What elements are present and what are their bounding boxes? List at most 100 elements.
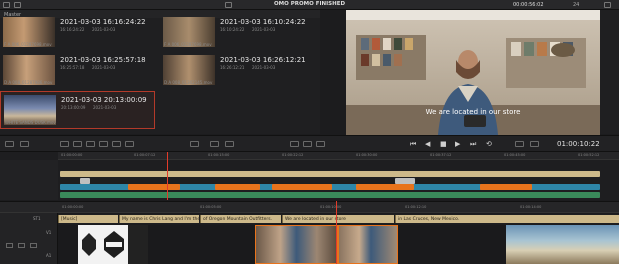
viewer[interactable]: We are located in our store	[346, 10, 600, 135]
smart-insert-icon[interactable]	[60, 141, 69, 147]
logo-graphic	[100, 225, 128, 264]
clip-filename: WHITE SANDS DUSK.mov	[5, 120, 56, 125]
edit-toolbar: ⏮ ◀ ■ ▶ ⏭ ⟲ 01:00:10:22	[0, 135, 619, 152]
go-to-start-icon[interactable]: ⏮	[410, 140, 416, 148]
upper-clip	[480, 184, 532, 190]
upper-subtitle-track	[60, 171, 600, 177]
clip-date: 2021-03-03 16:10:24:22	[220, 18, 306, 26]
auto-select-icon[interactable]	[18, 243, 25, 248]
timeline-playhead[interactable]	[336, 201, 337, 264]
ruler-label: 01:00:15:00	[208, 153, 230, 157]
stop-icon[interactable]: ■	[440, 140, 447, 148]
timeline-ruler[interactable]: 01:00:00:00 01:00:05:00 01:00:10:00 01:0…	[0, 201, 619, 213]
close-up-icon[interactable]	[99, 141, 108, 147]
split-clip-icon[interactable]	[190, 141, 199, 147]
video-clip-interview[interactable]	[255, 225, 338, 264]
ruler-label: 01:00:05:00	[200, 205, 222, 209]
clip-timecode: 20:13:00:09	[61, 105, 86, 110]
clip-timecode: 16:25:57:18	[60, 65, 85, 70]
clip-date-created: 2021-03-03	[93, 105, 117, 110]
clip-date-created: 2021-03-03	[252, 65, 276, 70]
current-timecode: 01:00:10:22	[557, 140, 600, 148]
logo-graphic	[78, 225, 100, 264]
upper-timeline-ruler[interactable]: 01:00:00:00 01:00:07:12 01:00:15:00 01:0…	[58, 152, 619, 160]
upper-clip	[128, 184, 180, 190]
slip-icon[interactable]	[225, 141, 234, 147]
subtitle-clip[interactable]: My name is Chris Lang and I'm the fo...	[119, 215, 199, 223]
append-icon[interactable]	[73, 141, 82, 147]
fps-readout: 24	[573, 1, 580, 8]
timeline-view-icon[interactable]	[5, 141, 14, 147]
ruler-label: 01:00:00:00	[61, 153, 83, 157]
inspector-icon[interactable]	[604, 2, 611, 8]
source-overwrite-icon[interactable]	[125, 141, 134, 147]
clip-item[interactable]: 2021-03-03 16:25:57:18 16:25:57:18 2021-…	[0, 52, 155, 90]
viewer-timecode: 00:00:56:02	[513, 1, 544, 8]
clip-timecode: 16:16:24:22	[60, 27, 85, 32]
go-to-end-icon[interactable]: ⏭	[470, 140, 476, 148]
video-clip-interview[interactable]	[338, 225, 398, 264]
ruler-label: 01:00:07:12	[134, 153, 156, 157]
clip-item[interactable]: 2021-03-03 16:16:24:22 16:16:24:22 2021-…	[0, 14, 155, 52]
loop-icon[interactable]: ⟲	[486, 140, 492, 148]
lock-track-icon[interactable]	[6, 243, 13, 248]
upper-playhead[interactable]	[167, 152, 168, 200]
clip-filename: D A 008_01287986.mov	[4, 80, 53, 85]
media-pool: Master 2021-03-03 16:16:24:22 16:16:24:2…	[0, 10, 320, 134]
subtitle-clip[interactable]: [Music]	[58, 215, 118, 223]
video-clip-logo[interactable]	[128, 225, 148, 264]
fullscreen-icon[interactable]	[530, 141, 539, 147]
track-headers: ST1 V1 A1	[0, 213, 58, 264]
video-clip-dusk[interactable]	[506, 225, 619, 264]
reverse-icon[interactable]: ◀	[425, 140, 430, 148]
upper-track-headers	[0, 160, 58, 200]
clip-item[interactable]: 2021-03-03 16:10:24:22 16:10:24:22 2021-…	[160, 14, 315, 52]
safe-area-icon[interactable]	[515, 141, 524, 147]
track-label-v1: V1	[46, 230, 52, 235]
ruler-label: 01:00:00:00	[62, 205, 84, 209]
upper-clip	[215, 184, 260, 190]
ruler-label: 01:00:22:12	[282, 153, 304, 157]
trim-icon[interactable]	[210, 141, 219, 147]
subtitle-track[interactable]: [Music] My name is Chris Lang and I'm th…	[58, 214, 619, 224]
track-label-a1: A1	[46, 253, 52, 258]
ruler-label: 01:00:45:00	[504, 153, 526, 157]
subtitle-clip[interactable]: in Las Cruces, New Mexico.	[395, 215, 619, 223]
layout-options-icon[interactable]	[20, 141, 29, 147]
upper-audio-track	[60, 192, 600, 198]
ripple-overwrite-icon[interactable]	[86, 141, 95, 147]
ruler-label: 01:00:12:10	[405, 205, 427, 209]
clip-filename: F A 006_01287698.mov	[4, 42, 52, 47]
video-clip-logo[interactable]	[100, 225, 128, 264]
clip-timecode: 16:26:12:21	[220, 65, 245, 70]
upper-clip	[272, 184, 332, 190]
zoom-custom-icon[interactable]	[316, 141, 325, 147]
ruler-label: 01:00:30:00	[356, 153, 378, 157]
clip-item-selected[interactable]: 2021-03-03 20:13:00:09 20:13:00:09 2021-…	[0, 91, 155, 129]
subtitle-clip[interactable]: of Oregon Mountain Outfitters.	[200, 215, 281, 223]
inspector-strip	[600, 10, 619, 134]
upper-timeline[interactable]: 01:00:00:00 01:00:07:12 01:00:15:00 01:0…	[0, 152, 619, 200]
enable-track-icon[interactable]	[30, 243, 37, 248]
clip-date-created: 2021-03-03	[92, 27, 116, 32]
clip-item[interactable]: 2021-03-03 16:26:12:21 16:26:12:21 2021-…	[160, 52, 315, 90]
track-label-st1: ST1	[33, 216, 41, 221]
viewer-frame: We are located in our store	[346, 10, 600, 135]
video-track[interactable]	[58, 225, 619, 264]
clip-date: 2021-03-03 16:16:24:22	[60, 18, 146, 26]
ruler-label: 01:00:14:00	[520, 205, 542, 209]
video-clip-logo[interactable]	[78, 225, 100, 264]
clip-filename: F A 006_01287698.mov	[164, 42, 212, 47]
place-on-top-icon[interactable]	[112, 141, 121, 147]
ruler-label: 01:00:10:00	[320, 205, 342, 209]
zoom-detail-icon[interactable]	[303, 141, 312, 147]
viewer-subtitle: We are located in our store	[426, 108, 521, 116]
play-icon[interactable]: ▶	[455, 140, 460, 148]
subtitle-clip[interactable]: We are located in our store	[282, 215, 394, 223]
zoom-full-icon[interactable]	[290, 141, 299, 147]
clip-timecode: 16:10:24:22	[220, 27, 245, 32]
upper-clip	[356, 184, 414, 190]
clip-date-created: 2021-03-03	[252, 27, 276, 32]
ruler-label: 01:00:52:12	[578, 153, 600, 157]
clip-date: 2021-03-03 16:26:12:21	[220, 56, 306, 64]
